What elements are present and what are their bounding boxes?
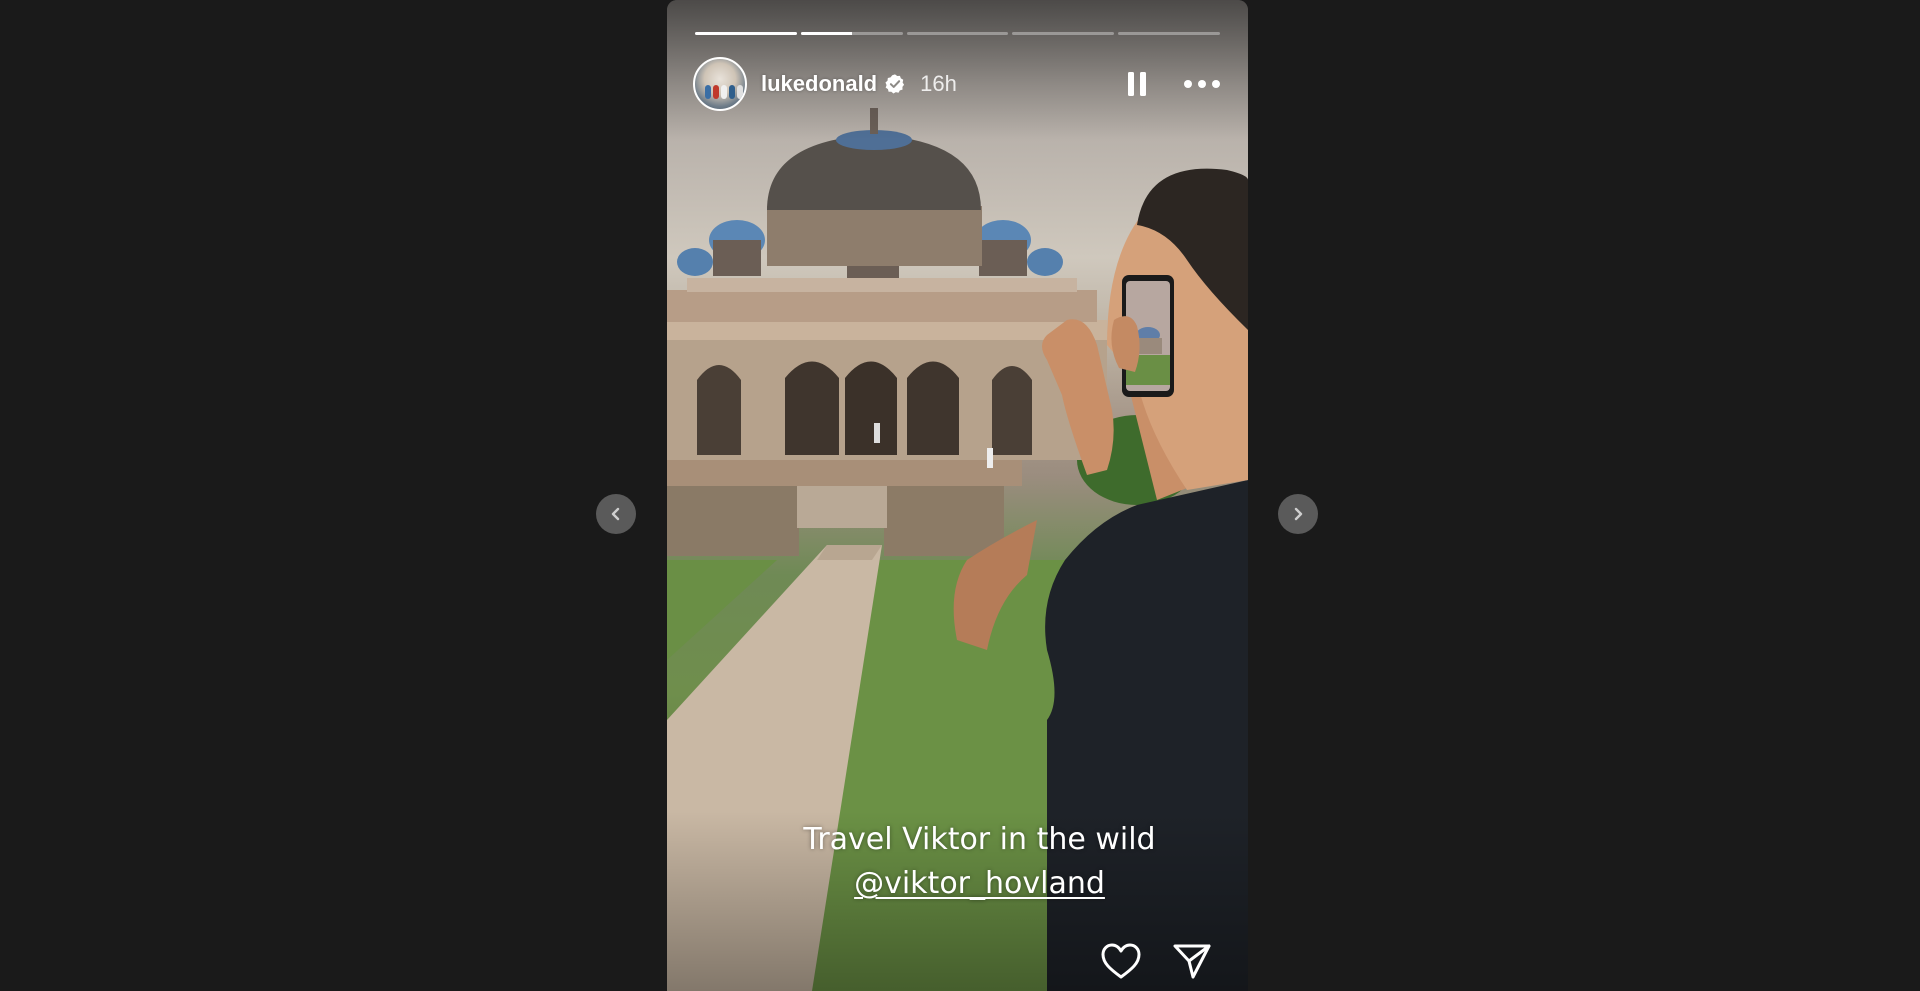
progress-segment: [1012, 32, 1115, 35]
avatar[interactable]: [693, 57, 747, 111]
heart-icon: [1101, 943, 1141, 978]
more-options-button[interactable]: [1182, 69, 1222, 99]
chevron-left-icon: [611, 507, 620, 521]
story-viewer: lukedonald 16h Travel Viktor in the wild…: [0, 0, 1920, 991]
progress-segment: [695, 32, 797, 35]
progress-segment: [800, 32, 903, 35]
previous-story-button[interactable]: [596, 494, 636, 534]
pause-button[interactable]: [1122, 69, 1152, 99]
verified-badge-icon: [885, 74, 905, 94]
story-actions: [1100, 935, 1212, 991]
more-options-icon: [1184, 80, 1220, 88]
story-card[interactable]: lukedonald 16h Travel Viktor in the wild…: [667, 0, 1248, 991]
chevron-right-icon: [1294, 507, 1303, 521]
next-story-button[interactable]: [1278, 494, 1318, 534]
progress-segment: [906, 32, 1009, 35]
story-caption: Travel Viktor in the wild @viktor_hovlan…: [689, 818, 1248, 906]
post-time: 16h: [920, 71, 957, 96]
share-button[interactable]: [1172, 942, 1212, 985]
send-icon: [1173, 944, 1211, 978]
story-progress-bar: [695, 32, 1220, 35]
mention-link[interactable]: @viktor_hovland: [854, 866, 1105, 901]
like-button[interactable]: [1100, 942, 1142, 985]
story-header: lukedonald 16h: [693, 56, 1222, 112]
progress-segment-fill: [800, 32, 852, 35]
username-link[interactable]: lukedonald: [761, 71, 877, 97]
pause-icon: [1128, 72, 1146, 96]
progress-segment-fill: [695, 32, 797, 35]
caption-text: Travel Viktor in the wild: [803, 822, 1156, 857]
progress-segment: [1118, 32, 1220, 35]
